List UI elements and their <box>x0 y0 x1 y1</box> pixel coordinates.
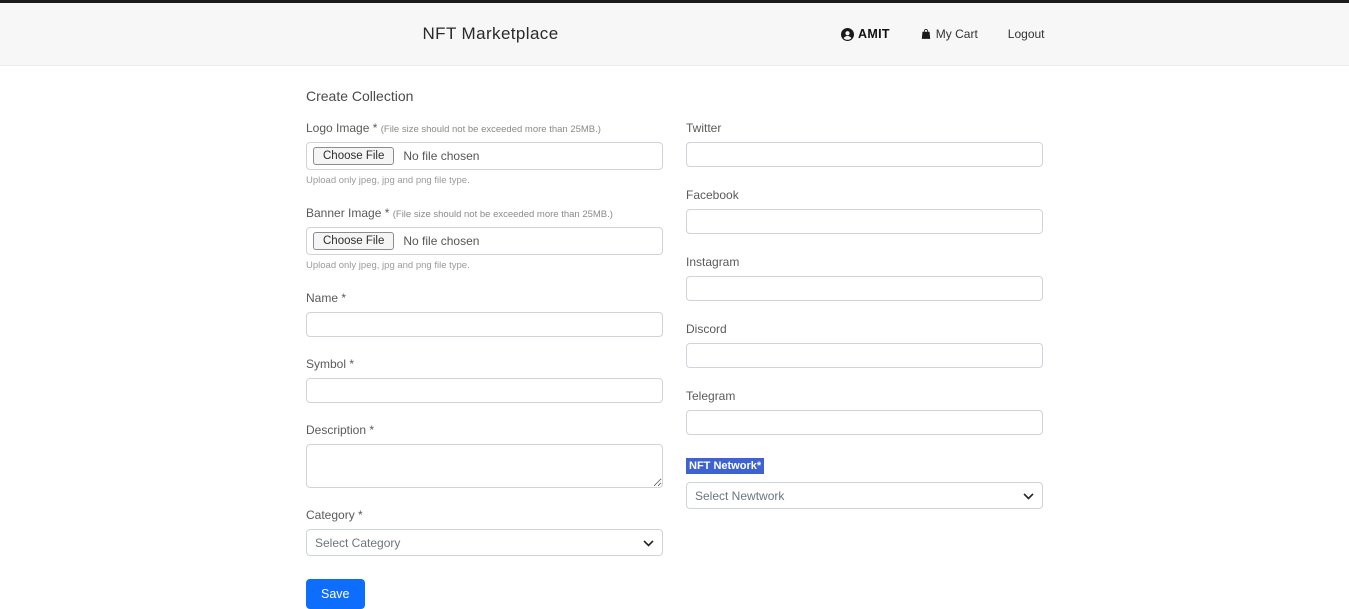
navbar-right: AMIT My Cart Logout <box>841 27 1044 41</box>
user-name: AMIT <box>858 27 890 41</box>
category-select[interactable]: Select Category <box>306 529 663 556</box>
instagram-field: Instagram <box>686 255 1043 301</box>
telegram-label: Telegram <box>686 389 1043 403</box>
cart-icon <box>920 28 932 40</box>
facebook-label: Facebook <box>686 188 1043 202</box>
twitter-label: Twitter <box>686 121 1043 135</box>
facebook-input[interactable] <box>686 209 1043 234</box>
logo-image-label: Logo Image * (File size should not be ex… <box>306 121 663 135</box>
twitter-field: Twitter <box>686 121 1043 167</box>
name-label: Name * <box>306 291 663 305</box>
save-button[interactable]: Save <box>306 579 365 609</box>
twitter-input[interactable] <box>686 142 1043 167</box>
name-field: Name * <box>306 291 663 337</box>
banner-file-status: No file chosen <box>403 234 479 248</box>
logout-link[interactable]: Logout <box>1008 27 1045 41</box>
description-textarea[interactable] <box>306 444 663 488</box>
category-select-wrap: Select Category <box>306 529 663 556</box>
instagram-label: Instagram <box>686 255 1043 269</box>
top-navbar: NFT Marketplace AMIT My Cart Logout <box>0 0 1349 66</box>
banner-image-field: Banner Image * (File size should not be … <box>306 206 663 271</box>
network-select[interactable]: Select Newtwork <box>686 482 1043 509</box>
form-left-column: Logo Image * (File size should not be ex… <box>306 121 663 609</box>
banner-image-label-text: Banner Image * <box>306 206 389 220</box>
navbar-inner: NFT Marketplace AMIT My Cart Logout <box>305 24 1045 44</box>
symbol-label: Symbol * <box>306 357 663 371</box>
nft-network-label: NFT Network* <box>686 458 764 474</box>
category-field: Category * Select Category <box>306 508 663 556</box>
name-input[interactable] <box>306 312 663 337</box>
logo-image-field: Logo Image * (File size should not be ex… <box>306 121 663 186</box>
logo-choose-file-button[interactable]: Choose File <box>313 147 394 165</box>
discord-field: Discord <box>686 322 1043 368</box>
logo-file-status: No file chosen <box>403 149 479 163</box>
category-label: Category * <box>306 508 663 522</box>
logo-upload-note: Upload only jpeg, jpg and png file type. <box>306 175 663 186</box>
logout-label: Logout <box>1008 27 1045 41</box>
logo-image-hint: (File size should not be exceeded more t… <box>381 124 601 135</box>
telegram-input[interactable] <box>686 410 1043 435</box>
banner-image-hint: (File size should not be exceeded more t… <box>393 209 613 220</box>
banner-file-input[interactable]: Choose File No file chosen <box>306 227 663 255</box>
nft-network-field: NFT Network* Select Newtwork <box>686 456 1043 509</box>
logo-file-input[interactable]: Choose File No file chosen <box>306 142 663 170</box>
facebook-field: Facebook <box>686 188 1043 234</box>
banner-choose-file-button[interactable]: Choose File <box>313 232 394 250</box>
description-field: Description * <box>306 423 663 488</box>
user-icon <box>841 28 854 41</box>
symbol-field: Symbol * <box>306 357 663 403</box>
page-title: Create Collection <box>306 88 1043 104</box>
user-menu[interactable]: AMIT <box>841 27 890 41</box>
cart-link[interactable]: My Cart <box>920 27 978 41</box>
logo-image-label-text: Logo Image * <box>306 121 377 135</box>
discord-label: Discord <box>686 322 1043 336</box>
app-title: NFT Marketplace <box>423 24 559 44</box>
cart-label: My Cart <box>936 27 978 41</box>
banner-image-label: Banner Image * (File size should not be … <box>306 206 663 220</box>
description-label: Description * <box>306 423 663 437</box>
form-columns: Logo Image * (File size should not be ex… <box>306 121 1043 609</box>
instagram-input[interactable] <box>686 276 1043 301</box>
create-collection-page: Create Collection Logo Image * (File siz… <box>306 88 1043 609</box>
network-select-wrap: Select Newtwork <box>686 482 1043 509</box>
discord-input[interactable] <box>686 343 1043 368</box>
telegram-field: Telegram <box>686 389 1043 435</box>
symbol-input[interactable] <box>306 378 663 403</box>
form-right-column: Twitter Facebook Instagram Discord Teleg… <box>686 121 1043 530</box>
banner-upload-note: Upload only jpeg, jpg and png file type. <box>306 260 663 271</box>
